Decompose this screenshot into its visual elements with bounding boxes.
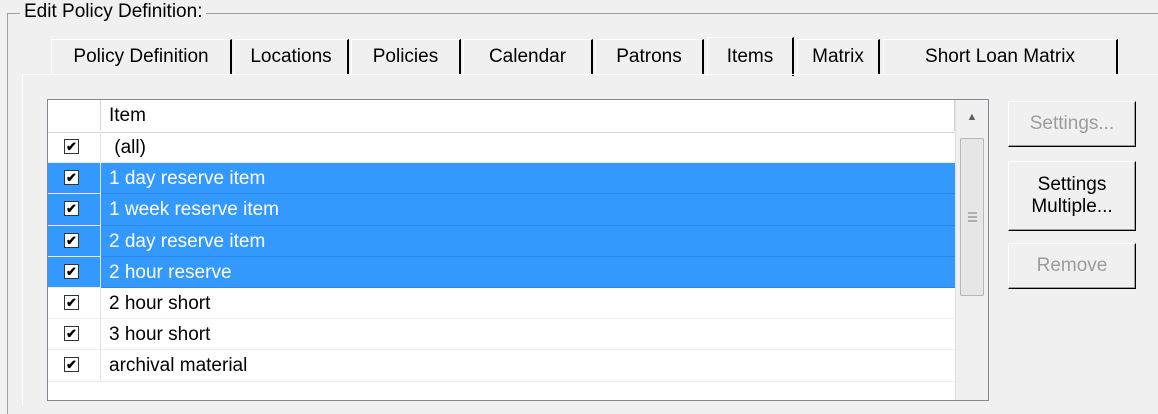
tab-patrons[interactable]: Patrons: [595, 39, 704, 74]
row-checkbox[interactable]: ✔: [64, 357, 79, 373]
item-label: 2 hour short: [101, 288, 955, 320]
row-checkbox[interactable]: ✔: [64, 294, 79, 310]
item-label: 2 day reserve item: [101, 225, 955, 257]
triangle-up-icon[interactable]: ▲: [956, 100, 988, 134]
list-item[interactable]: ✔ 1 day reserve item: [48, 163, 955, 195]
checkbox-column-header[interactable]: [48, 100, 101, 131]
tab-locations[interactable]: Locations: [234, 39, 349, 74]
list-item[interactable]: ✔ archival material: [48, 350, 955, 382]
row-checkbox[interactable]: ✔: [64, 232, 79, 248]
item-label: (all): [101, 132, 955, 164]
list-item[interactable]: ✔ 2 hour reserve: [48, 256, 955, 288]
row-checkbox[interactable]: ✔: [64, 201, 79, 217]
tab-calendar[interactable]: Calendar: [463, 39, 593, 74]
settings-multiple-button[interactable]: Settings Multiple...: [1008, 161, 1136, 231]
list-item[interactable]: ✔ 2 hour short: [48, 287, 955, 320]
tab-items[interactable]: Items: [707, 37, 794, 76]
item-label: 2 hour reserve: [101, 256, 955, 288]
vertical-scrollbar[interactable]: ▲: [955, 100, 988, 400]
list-item[interactable]: ✔ 1 week reserve item: [48, 194, 955, 226]
item-label: 3 hour short: [101, 319, 955, 351]
row-checkbox[interactable]: ✔: [64, 170, 79, 186]
item-label: archival material: [101, 350, 955, 382]
item-label: 1 day reserve item: [101, 163, 955, 195]
scroll-grip-icon: [967, 211, 978, 225]
item-label: 1 week reserve item: [101, 194, 955, 226]
row-checkbox[interactable]: ✔: [64, 263, 79, 279]
tab-policies[interactable]: Policies: [351, 39, 461, 74]
list-item[interactable]: ✔ (all): [48, 132, 955, 164]
row-checkbox[interactable]: ✔: [64, 139, 79, 154]
list-header: Item: [48, 100, 955, 133]
remove-button[interactable]: Remove: [1008, 243, 1136, 289]
list-item[interactable]: ✔ 2 day reserve item: [48, 225, 955, 257]
items-list[interactable]: Item ✔ (all) ✔ 1 day reserve item ✔ 1 we…: [47, 99, 989, 401]
list-rows: ✔ (all) ✔ 1 day reserve item ✔ 1 week re…: [48, 132, 955, 382]
tab-matrix[interactable]: Matrix: [797, 39, 880, 74]
group-title: Edit Policy Definition:: [20, 1, 207, 23]
settings-button[interactable]: Settings...: [1008, 101, 1136, 147]
list-item[interactable]: ✔ 3 hour short: [48, 319, 955, 351]
tab-short-loan-matrix[interactable]: Short Loan Matrix: [883, 39, 1118, 74]
item-column-header[interactable]: Item: [101, 100, 955, 131]
tab-policy-definition[interactable]: Policy Definition: [51, 39, 232, 74]
row-checkbox[interactable]: ✔: [64, 326, 79, 342]
scroll-thumb[interactable]: [960, 138, 984, 296]
